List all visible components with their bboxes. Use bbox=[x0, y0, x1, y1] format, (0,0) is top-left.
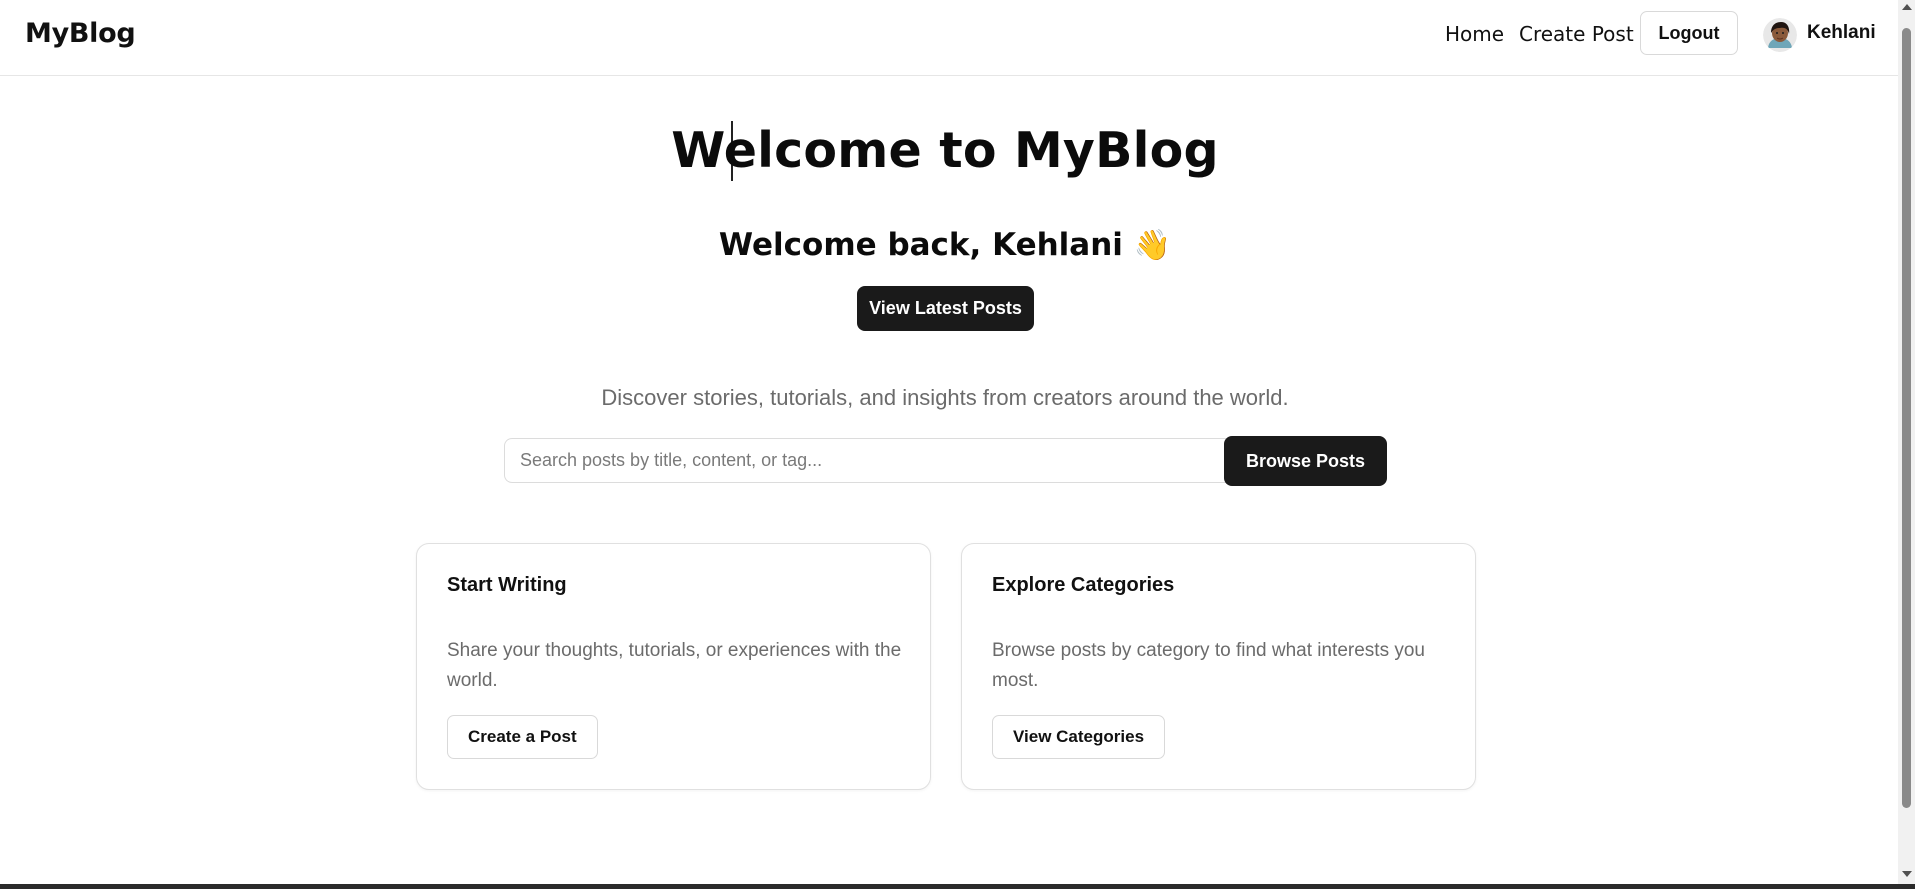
create-a-post-button[interactable]: Create a Post bbox=[447, 715, 598, 759]
vertical-scrollbar[interactable] bbox=[1898, 0, 1915, 884]
card-description: Browse posts by category to find what in… bbox=[992, 640, 1425, 691]
taskbar-edge bbox=[0, 884, 1915, 889]
welcome-back-text: Welcome back, Kehlani bbox=[718, 227, 1123, 263]
card-description: Share your thoughts, tutorials, or exper… bbox=[447, 640, 902, 691]
waving-hand-icon: 👋 bbox=[1133, 228, 1172, 263]
welcome-back-heading: Welcome back, Kehlani 👋 bbox=[0, 227, 1890, 263]
explore-categories-card: Explore Categories Browse posts by categ… bbox=[961, 543, 1476, 790]
page-title: Welcome to MyBlog bbox=[671, 122, 1219, 179]
view-latest-posts-button[interactable]: View Latest Posts bbox=[857, 286, 1034, 331]
scroll-down-arrow-icon[interactable] bbox=[1902, 871, 1912, 877]
tagline: Discover stories, tutorials, and insight… bbox=[601, 385, 1289, 410]
page: MyBlog Home Create Post Logout Kehlani W… bbox=[0, 0, 1898, 884]
card-title: Explore Categories bbox=[992, 574, 1175, 596]
scroll-up-arrow-icon[interactable] bbox=[1902, 4, 1912, 10]
navbar: MyBlog Home Create Post Logout Kehlani bbox=[0, 0, 1898, 76]
user-name[interactable]: Kehlani bbox=[1807, 22, 1876, 44]
logout-button[interactable]: Logout bbox=[1640, 11, 1738, 55]
start-writing-card: Start Writing Share your thoughts, tutor… bbox=[416, 543, 931, 790]
scrollbar-thumb[interactable] bbox=[1902, 28, 1911, 808]
nav-link-create-post[interactable]: Create Post bbox=[1519, 22, 1634, 46]
browse-posts-button[interactable]: Browse Posts bbox=[1224, 436, 1387, 486]
nav-link-home[interactable]: Home bbox=[1445, 22, 1504, 46]
card-title: Start Writing bbox=[447, 574, 567, 596]
brand-logo[interactable]: MyBlog bbox=[25, 18, 136, 49]
user-avatar-icon[interactable] bbox=[1763, 18, 1797, 52]
search-input[interactable] bbox=[504, 438, 1226, 483]
view-categories-button[interactable]: View Categories bbox=[992, 715, 1166, 759]
